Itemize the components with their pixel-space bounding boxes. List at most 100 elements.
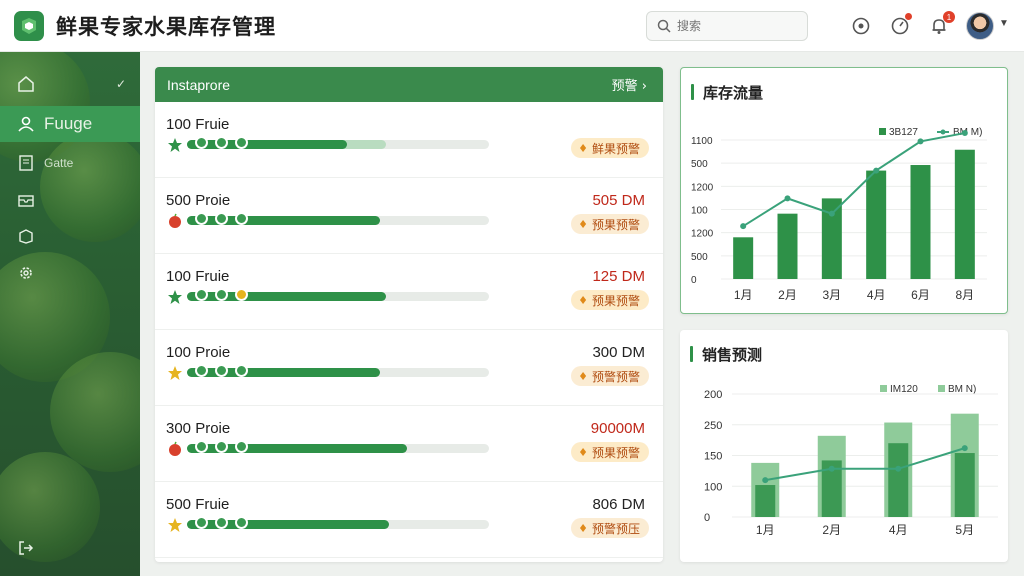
apple-icon — [166, 440, 183, 457]
y-tick-label: 1100 — [691, 136, 713, 147]
series-line — [765, 447, 966, 482]
fruit-marker-icon — [235, 212, 248, 225]
stock-level-bar — [187, 520, 489, 529]
chevron-down-icon[interactable]: ▼ — [999, 18, 1009, 29]
more-label: 预警 — [611, 79, 638, 94]
alert-badge[interactable]: ♦ 预果预警 — [571, 214, 649, 234]
sidebar-item-settings[interactable] — [0, 255, 140, 291]
legend-swatch — [940, 129, 946, 135]
inventory-row[interactable]: 100 Fruie 125 DM ♦ 预果预警 — [155, 254, 663, 330]
x-tick-label: 2月 — [822, 523, 841, 537]
alert-icon: ♦ — [578, 217, 588, 231]
search-input[interactable] — [677, 19, 797, 33]
sidebar-item-label: Gatte — [44, 156, 74, 170]
sidebar-item-home[interactable]: ✓ — [0, 66, 140, 102]
fruit-marker-icon — [215, 212, 228, 225]
chevron-right-icon: › — [641, 79, 647, 94]
bar — [954, 149, 975, 279]
legend-swatch — [938, 385, 945, 392]
alert-badge[interactable]: ♦ 预警预压 — [571, 518, 649, 538]
card-title-text: 销售预测 — [702, 345, 763, 364]
inventory-row[interactable]: 500 Fruie 806 DM ♦ 预警预压 — [155, 482, 663, 558]
target-icon[interactable] — [850, 15, 872, 37]
report-icon — [16, 153, 36, 173]
stock-level-bar — [187, 216, 489, 225]
x-tick-label: 6月 — [911, 288, 930, 302]
alert-badge[interactable]: ♦ 预警预警 — [571, 366, 649, 386]
inventory-row[interactable]: 100 Fruie ♦ 鲜果预警 — [155, 102, 663, 178]
search-icon — [657, 19, 671, 33]
line-point — [873, 167, 880, 174]
row-name: 100 Fruie — [166, 116, 230, 133]
box-icon — [16, 226, 36, 246]
logo-icon — [22, 17, 36, 34]
stock-level-bar — [187, 444, 489, 453]
row-name: 100 Proie — [166, 344, 231, 361]
y-tick-label: 1200 — [691, 229, 714, 240]
alert-label: 预警预压 — [591, 521, 640, 536]
fruit-marker-icon — [215, 440, 228, 453]
fruit-marker-icon — [195, 516, 208, 529]
alert-icon: ♦ — [578, 293, 588, 307]
fruit-marker-icon — [195, 136, 208, 149]
alert-badge[interactable]: ♦ 鲜果预警 — [571, 138, 649, 158]
inventory-more-link[interactable]: 预警 › — [612, 75, 647, 94]
legend-label: BM N) — [948, 384, 976, 395]
line-point — [961, 445, 968, 452]
sales-forecast-card: 销售预测 IM120 BM N) 200 250 150 100 0 1月 2月 4月 5月 — [680, 330, 1008, 562]
bar — [733, 237, 754, 279]
sidebar-item-gatte[interactable]: Gatte — [0, 145, 140, 181]
fruit-marker-icon — [235, 516, 248, 529]
fruit-marker-icon — [215, 288, 228, 301]
bell-icon[interactable]: 1 — [928, 11, 955, 37]
bar — [777, 213, 798, 279]
card-title: 库存流量 — [691, 82, 763, 102]
refresh-icon[interactable] — [889, 13, 912, 37]
inventory-row[interactable]: 100 Proie 300 DM ♦ 预警预警 — [155, 330, 663, 406]
row-name: 300 Proie — [166, 420, 231, 437]
x-tick-label: 1月 — [734, 288, 753, 302]
inventory-header: Instaprore 预警 › — [155, 67, 663, 102]
avatar[interactable] — [966, 12, 994, 40]
fruit-marker-icon — [235, 288, 248, 301]
sidebar-item-box[interactable] — [0, 218, 140, 254]
y-tick-label: 200 — [704, 389, 722, 401]
stock-level-fill — [187, 140, 348, 149]
inventory-row[interactable]: 300 Proie 90000M ♦ 预果预警 — [155, 406, 663, 482]
legend-swatch — [880, 385, 887, 392]
line-point — [828, 465, 835, 472]
y-tick-label: 250 — [704, 420, 722, 432]
star-icon — [166, 288, 183, 305]
fruit-marker-icon — [195, 440, 208, 453]
search-box[interactable] — [646, 11, 808, 41]
card-title: 销售预测 — [690, 344, 762, 364]
x-tick-label: 2月 — [778, 288, 797, 302]
chevron-down-icon[interactable]: ✓ — [116, 77, 126, 91]
series-line — [742, 132, 966, 228]
top-bar: 鲜果专家水果库存管理 1 ▼ — [0, 0, 1024, 52]
fruit-marker-icon — [195, 212, 208, 225]
logout-button[interactable] — [0, 530, 140, 566]
line-point — [828, 210, 835, 217]
line-point — [895, 465, 902, 472]
alert-badge[interactable]: ♦ 预果预警 — [571, 290, 649, 310]
alert-label: 鲜果预警 — [591, 141, 640, 156]
notification-badge: 1 — [943, 11, 955, 23]
line-point — [961, 130, 968, 137]
alert-badge[interactable]: ♦ 预果预警 — [571, 442, 649, 462]
alert-label: 预果预警 — [591, 445, 640, 460]
row-value: 90000M — [590, 420, 645, 437]
sales-forecast-chart: IM120 BM N) 200 250 150 100 0 1月 2月 4月 5月 — [704, 384, 998, 537]
card-title-text: 库存流量 — [703, 83, 764, 102]
sidebar-item-fuuge[interactable]: Fuuge — [0, 106, 140, 142]
stock-flow-chart: 3B127 BM M)11005001200100120050001月 2月 3月 4月… — [691, 127, 987, 302]
inventory-row[interactable]: 500 Proie 505 DM ♦ 预果预警 — [155, 178, 663, 254]
x-tick-label: 4月 — [867, 288, 886, 302]
row-name: 500 Fruie — [166, 496, 230, 513]
inventory-title: Instaprore — [167, 76, 231, 93]
x-tick-label: 4月 — [889, 523, 908, 537]
sidebar-item-inbox[interactable] — [0, 182, 140, 218]
y-tick-label: 500 — [691, 252, 708, 263]
bar — [755, 485, 776, 517]
row-value: 125 DM — [592, 268, 645, 285]
